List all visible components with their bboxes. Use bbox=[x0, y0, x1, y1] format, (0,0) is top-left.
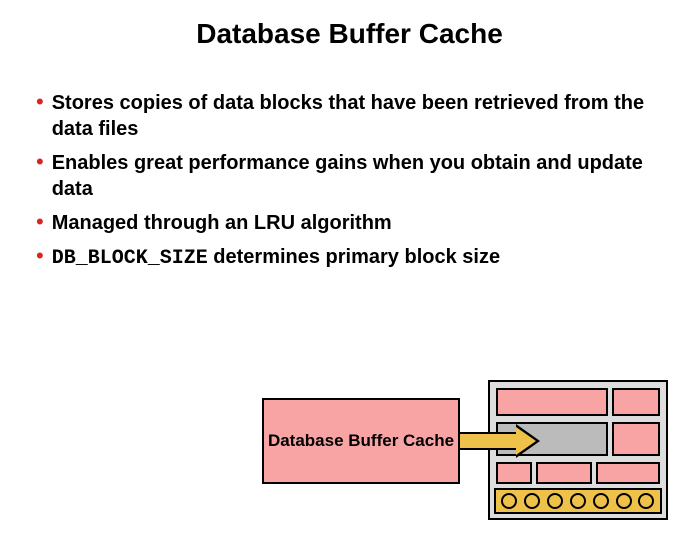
pointer-arrow-icon bbox=[458, 424, 548, 458]
diagram: Database Buffer Cache bbox=[262, 380, 668, 528]
bullet-dot-icon: • bbox=[36, 244, 44, 268]
disk-icon bbox=[524, 493, 540, 509]
bullet-text: DB_BLOCK_SIZE determines primary block s… bbox=[52, 244, 500, 272]
disk-icon bbox=[570, 493, 586, 509]
bullet-text: Stores copies of data blocks that have b… bbox=[52, 90, 659, 142]
memory-block bbox=[496, 388, 608, 416]
memory-block bbox=[496, 462, 532, 484]
bullet-dot-icon: • bbox=[36, 210, 44, 234]
bullet-text-after: determines primary block size bbox=[208, 246, 500, 268]
disk-icon bbox=[616, 493, 632, 509]
bullet-list: • Stores copies of data blocks that have… bbox=[0, 90, 699, 272]
code-literal: DB_BLOCK_SIZE bbox=[52, 247, 208, 270]
bullet-item: • Enables great performance gains when y… bbox=[36, 150, 659, 202]
bullet-item: • Managed through an LRU algorithm bbox=[36, 210, 659, 236]
memory-block bbox=[536, 462, 592, 484]
bullet-dot-icon: • bbox=[36, 150, 44, 174]
bullet-dot-icon: • bbox=[36, 90, 44, 114]
bullet-text: Managed through an LRU algorithm bbox=[52, 210, 392, 236]
memory-block bbox=[612, 388, 660, 416]
disk-row bbox=[494, 488, 662, 514]
memory-block bbox=[596, 462, 660, 484]
disk-icon bbox=[547, 493, 563, 509]
diagram-label: Database Buffer Cache bbox=[262, 398, 460, 484]
bullet-item: • DB_BLOCK_SIZE determines primary block… bbox=[36, 244, 659, 272]
disk-icon bbox=[638, 493, 654, 509]
disk-icon bbox=[593, 493, 609, 509]
bullet-item: • Stores copies of data blocks that have… bbox=[36, 90, 659, 142]
bullet-text: Enables great performance gains when you… bbox=[52, 150, 659, 202]
memory-block bbox=[612, 422, 660, 456]
disk-icon bbox=[501, 493, 517, 509]
slide-title: Database Buffer Cache bbox=[0, 0, 699, 90]
